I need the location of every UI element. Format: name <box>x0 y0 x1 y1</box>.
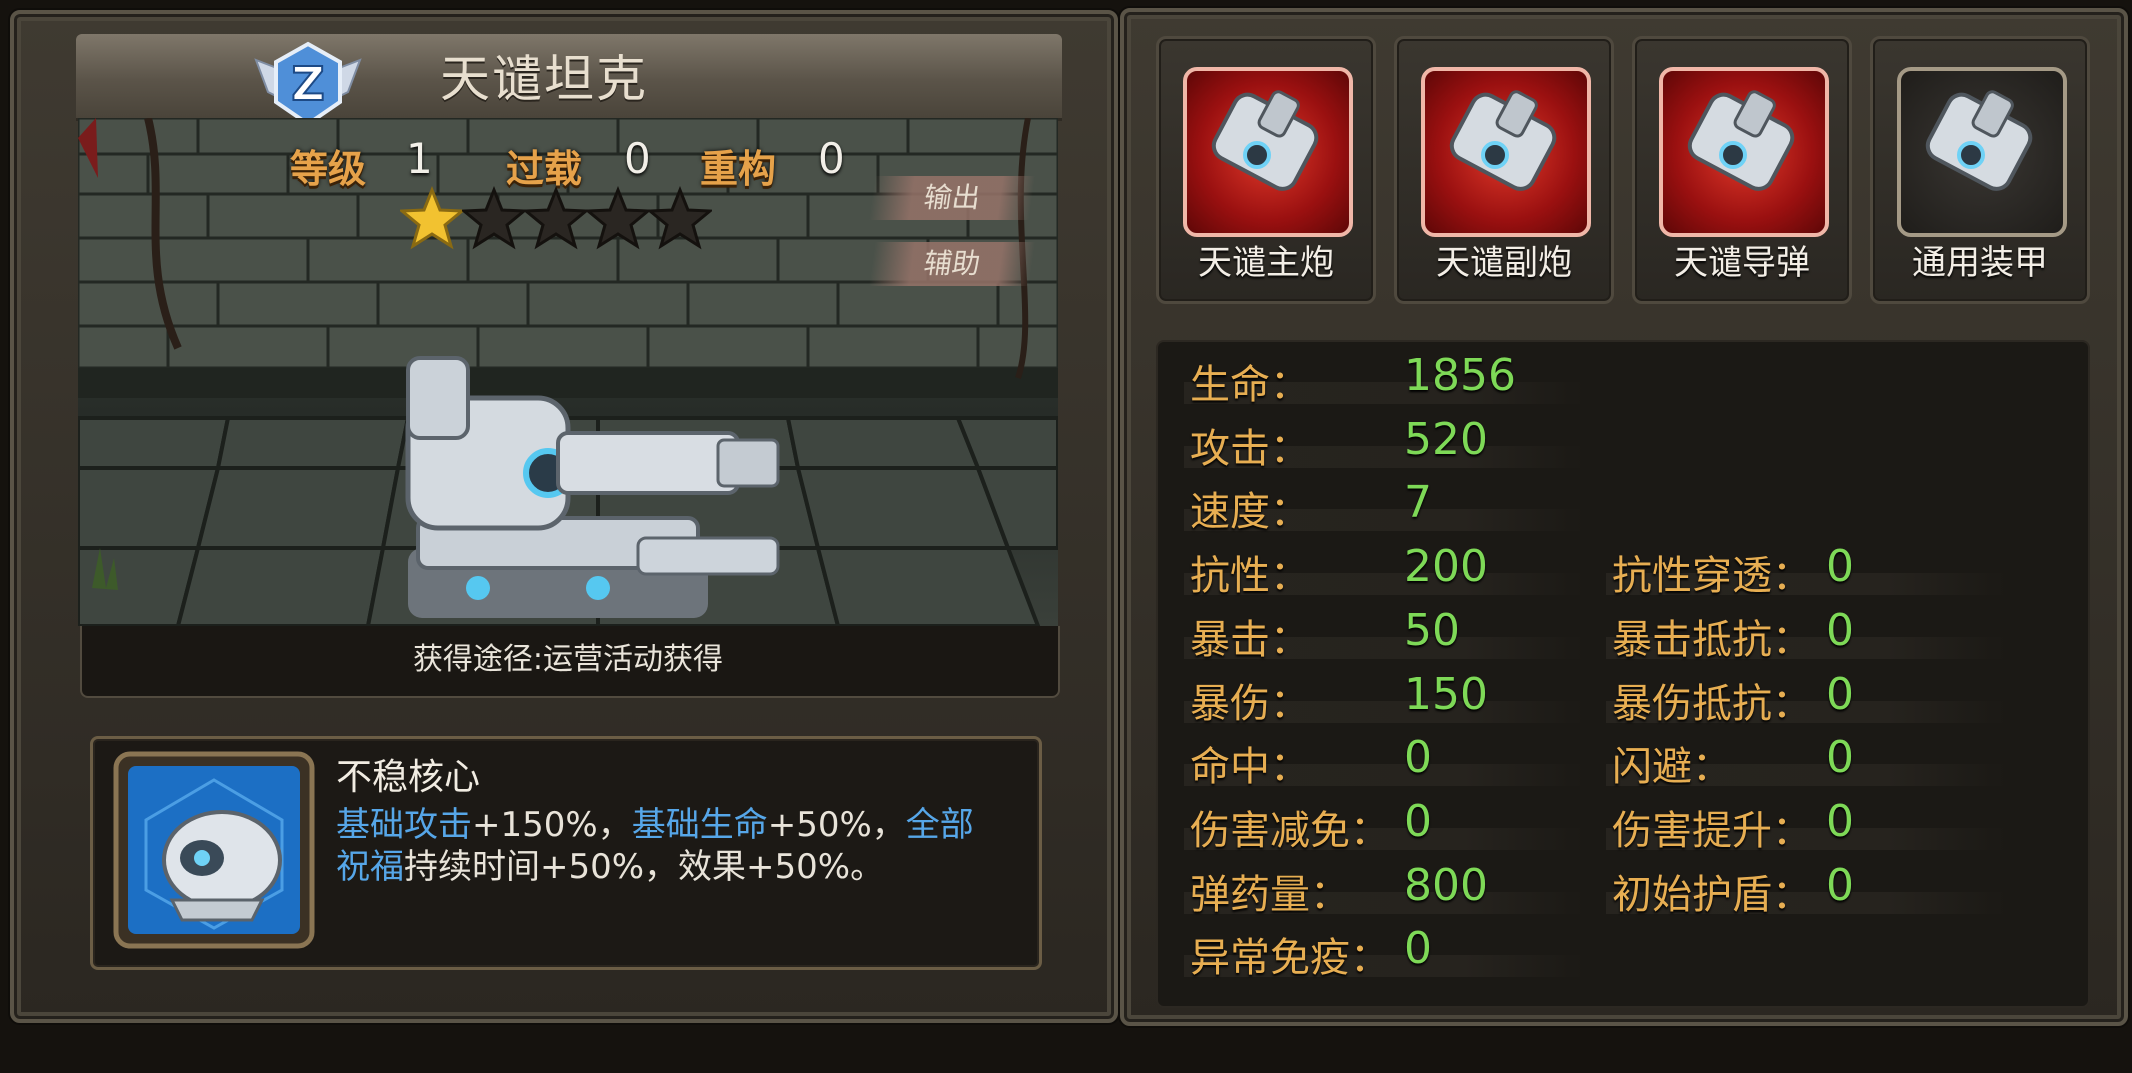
role-tag-output[interactable]: 输出 <box>868 176 1036 220</box>
attribute-label: 命中： <box>1190 744 1310 791</box>
attribute-label: 抗性： <box>1190 553 1310 600</box>
attribute-value: 200 <box>1404 541 1488 593</box>
attribute-label: 暴伤抵抗： <box>1612 680 1812 727</box>
attribute-value: 800 <box>1404 859 1488 911</box>
svg-text:Z: Z <box>291 57 324 111</box>
equipment-slot[interactable]: 天谴主炮 <box>1156 36 1376 304</box>
skill-keyword: 基础生命 <box>631 805 768 845</box>
skill-name: 不稳核心 <box>336 757 481 798</box>
attribute-value: 0 <box>1826 795 1854 847</box>
missile-icon <box>1659 67 1829 237</box>
star-empty-icon <box>522 185 590 250</box>
star-filled-icon <box>398 185 466 250</box>
attribute-value: 1856 <box>1404 350 1516 401</box>
attribute-value: 0 <box>1404 795 1432 847</box>
star-empty-icon <box>646 185 714 250</box>
overload-label: 过载 <box>506 147 583 191</box>
overload-value: 0 <box>624 134 651 183</box>
rebuild-value: 0 <box>818 134 845 183</box>
star-empty-icon <box>584 185 652 250</box>
star-empty-icon <box>460 185 528 250</box>
skill-keyword: 基础攻击 <box>336 805 472 845</box>
level-label: 等级 <box>290 147 367 191</box>
role-tag-support[interactable]: 辅助 <box>868 242 1036 286</box>
equipment-label: 天谴副炮 <box>1436 243 1572 283</box>
skill-text: +50%， <box>767 805 906 845</box>
unstable-core-skill-icon[interactable] <box>112 750 316 950</box>
equipment-slot[interactable]: 天谴副炮 <box>1394 36 1614 304</box>
armor-icon <box>1897 67 2067 237</box>
skill-text: 持续时间+50%，效果+50%。 <box>404 847 885 887</box>
attribute-label: 抗性穿透： <box>1612 553 1812 600</box>
attribute-value: 0 <box>1826 541 1854 593</box>
attribute-value: 0 <box>1404 923 1432 975</box>
equipment-label: 天谴导弹 <box>1674 243 1810 283</box>
rank-badge-icon: Z <box>248 40 368 130</box>
attribute-label: 弹药量： <box>1190 871 1350 918</box>
attribute-label: 攻击： <box>1190 425 1310 472</box>
equipment-slot[interactable]: 天谴导弹 <box>1632 36 1852 304</box>
attribute-value: 150 <box>1404 668 1488 720</box>
attribute-value: 520 <box>1404 413 1488 465</box>
attribute-value: 0 <box>1826 604 1854 656</box>
equipment-label: 天谴主炮 <box>1198 243 1334 283</box>
attribute-value: 50 <box>1404 604 1460 656</box>
rebuild-label: 重构 <box>700 147 777 191</box>
attribute-label: 异常免疫： <box>1190 935 1390 982</box>
equipment-slot[interactable]: 通用装甲 <box>1870 36 2090 304</box>
attribute-label: 速度： <box>1190 489 1310 536</box>
attribute-label: 暴击抵抗： <box>1612 616 1812 663</box>
attribute-label: 闪避： <box>1612 744 1732 791</box>
secondary-cannon-icon <box>1421 67 1591 237</box>
attribute-label: 暴击： <box>1190 616 1310 663</box>
level-value: 1 <box>406 134 433 183</box>
attribute-value: 0 <box>1826 668 1854 720</box>
attribute-value: 0 <box>1826 732 1854 784</box>
tank-name: 天谴坦克 <box>440 50 648 108</box>
attribute-label: 生命： <box>1190 362 1310 408</box>
skill-text: +150%， <box>472 805 632 845</box>
skill-description: 基础攻击+150%，基础生命+50%，全部祝福持续时间+50%，效果+50%。 <box>336 804 996 888</box>
attribute-label: 暴伤： <box>1190 680 1310 727</box>
attribute-label: 初始护盾： <box>1612 871 1812 918</box>
attribute-value: 7 <box>1404 477 1432 529</box>
acquisition-source: 获得途径:运营活动获得 <box>412 642 724 677</box>
main-cannon-icon <box>1183 67 1353 237</box>
attribute-value: 0 <box>1826 859 1854 911</box>
attribute-value: 0 <box>1404 732 1432 784</box>
attribute-label: 伤害减免： <box>1190 807 1390 854</box>
equipment-label: 通用装甲 <box>1912 243 2048 283</box>
attribute-label: 伤害提升： <box>1612 807 1812 854</box>
